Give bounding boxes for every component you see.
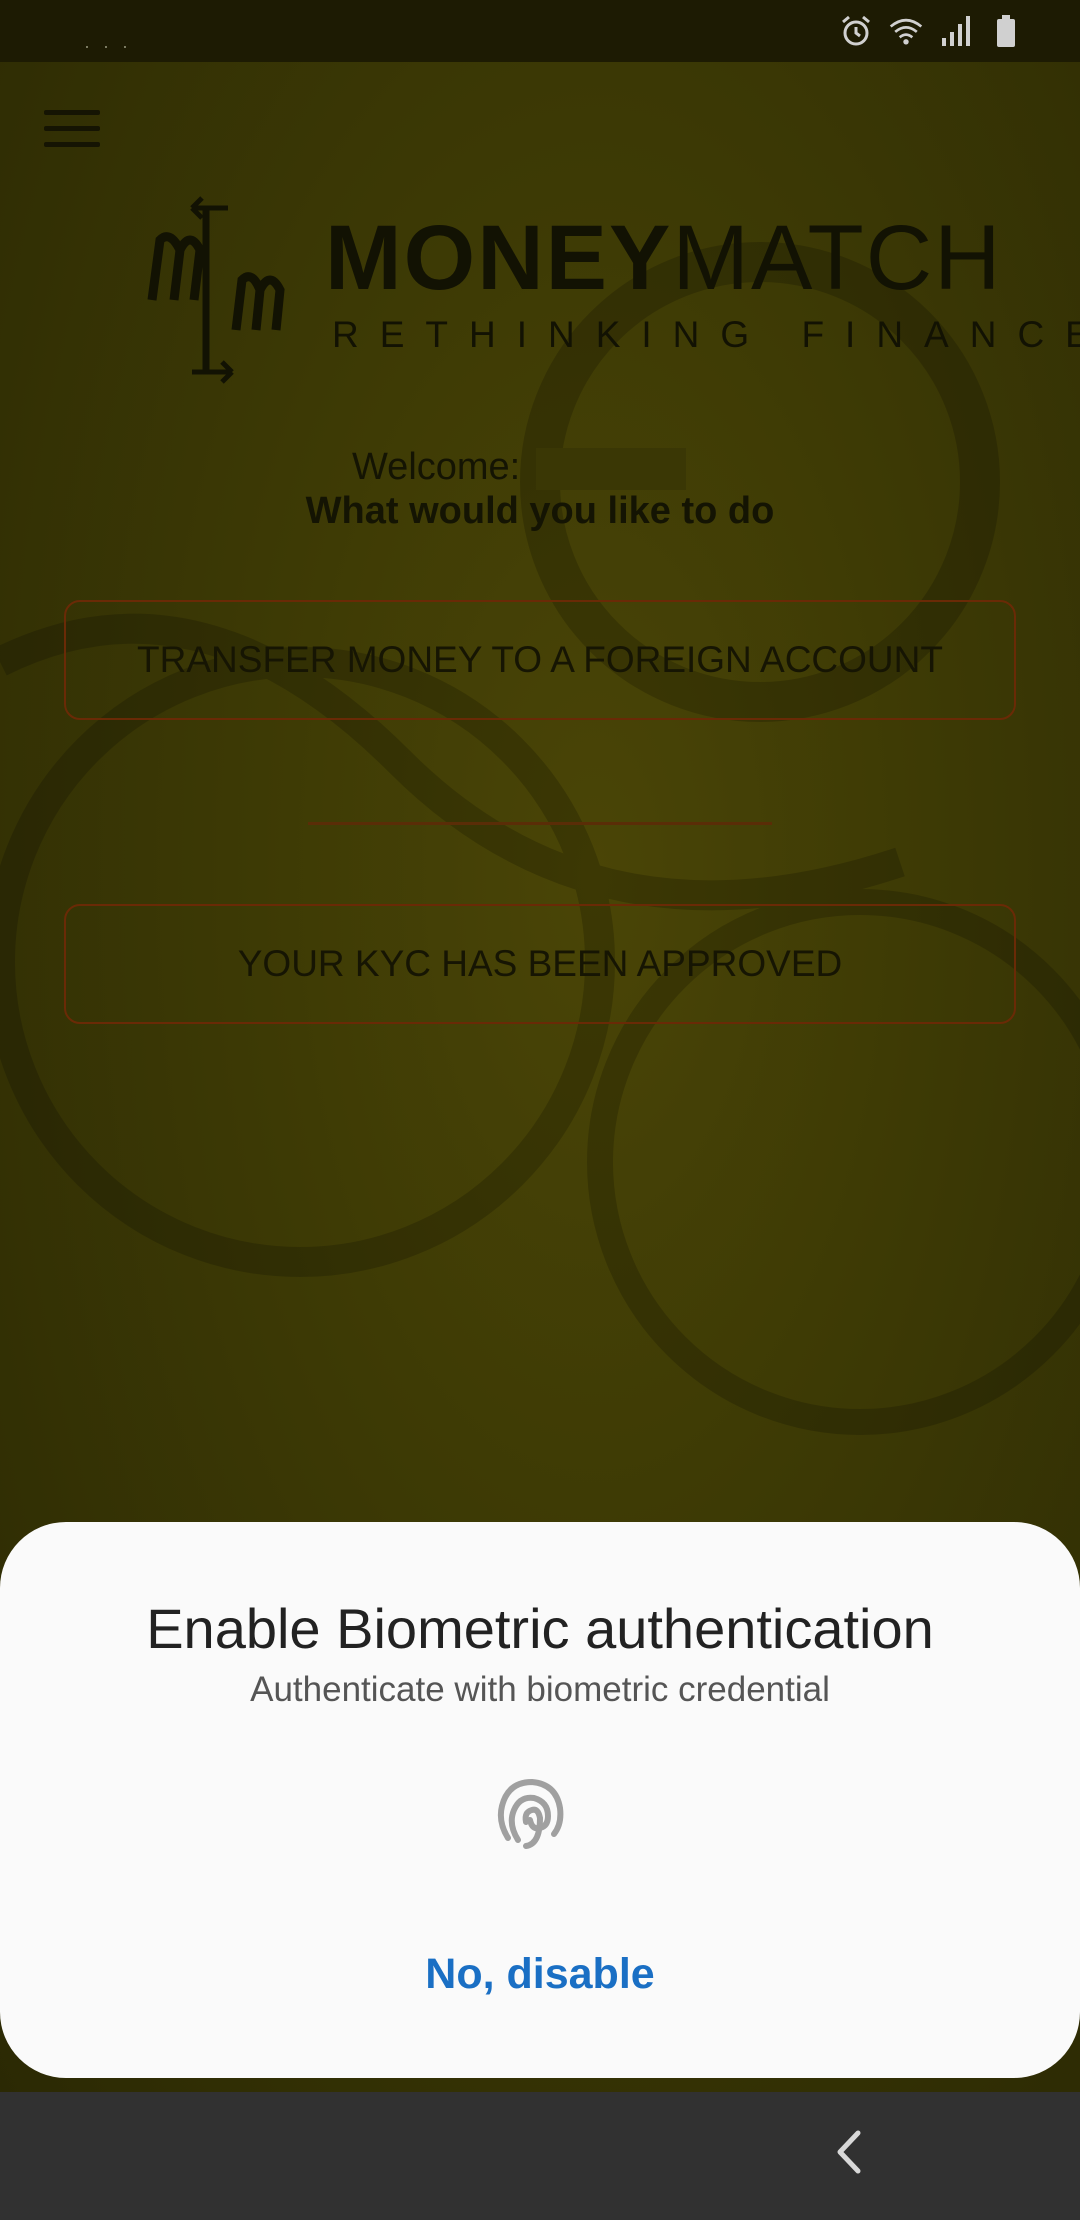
status-bar: · · · <box>0 0 1080 62</box>
alarm-icon <box>838 13 874 49</box>
dialog-subtitle: Authenticate with biometric credential <box>250 1670 830 1709</box>
transfer-money-label: TRANSFER MONEY TO A FOREIGN ACCOUNT <box>137 639 943 680</box>
screen: · · · MONEYMATCH RETHINKING FINANCE Welc… <box>0 0 1080 2220</box>
hamburger-menu-icon <box>44 110 100 115</box>
menu-button[interactable] <box>44 110 100 160</box>
logo-mark-icon <box>147 196 285 384</box>
dialog-title: Enable Biometric authentication <box>146 1597 934 1660</box>
logo-tagline: RETHINKING FINANCE <box>332 314 1080 355</box>
navigation-bar <box>0 2092 1080 2220</box>
wifi-icon <box>888 13 924 49</box>
signal-icon <box>938 13 974 49</box>
logo-brand: MONEYMATCH <box>325 212 1003 304</box>
welcome-label: Welcome: <box>352 446 521 488</box>
status-dots: · · · <box>84 36 132 56</box>
welcome-name-redacted <box>536 448 686 490</box>
question-text: What would you like to do <box>305 490 775 532</box>
biometric-dialog: Enable Biometric authentication Authenti… <box>0 1522 1080 2078</box>
kyc-status-button[interactable]: YOUR KYC HAS BEEN APPROVED <box>64 904 1016 1024</box>
fingerprint-icon[interactable] <box>494 1774 566 1854</box>
back-chevron-icon[interactable] <box>820 2122 880 2182</box>
menu-line <box>44 126 100 131</box>
moneymatch-logo: MONEYMATCH RETHINKING FINANCE <box>140 190 1080 390</box>
logo-brand-bold: MONEY <box>325 207 673 309</box>
logo-brand-thin: MATCH <box>672 207 1003 309</box>
kyc-status-label: YOUR KYC HAS BEEN APPROVED <box>237 943 843 984</box>
disable-button[interactable]: No, disable <box>380 1950 700 2014</box>
battery-icon <box>988 13 1024 49</box>
transfer-money-button[interactable]: TRANSFER MONEY TO A FOREIGN ACCOUNT <box>64 600 1016 720</box>
divider <box>308 822 772 825</box>
menu-line <box>44 142 100 147</box>
